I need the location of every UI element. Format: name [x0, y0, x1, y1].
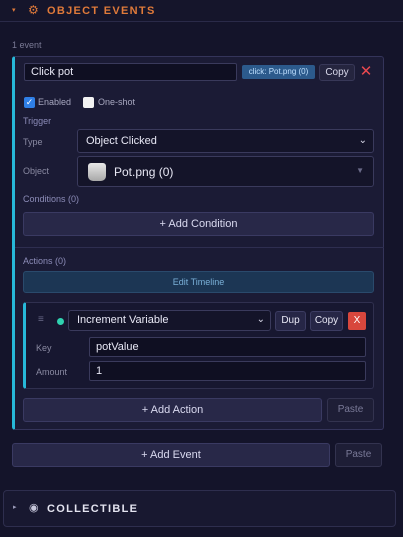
- expand-caret-icon[interactable]: ▸: [13, 503, 17, 511]
- key-label: Key: [36, 343, 52, 353]
- edit-timeline-button[interactable]: Edit Timeline: [23, 271, 374, 293]
- pot-thumbnail-icon: [88, 163, 106, 181]
- event-summary-chip: click: Pot.png (0): [242, 65, 315, 79]
- conditions-heading: Conditions (0): [23, 194, 80, 204]
- enabled-label: Enabled: [38, 97, 72, 107]
- divider: [15, 247, 384, 248]
- trigger-type-value: Object Clicked: [86, 135, 157, 147]
- trigger-heading: Trigger: [23, 116, 52, 126]
- oneshot-label: One-shot: [98, 97, 136, 107]
- action-type-value: Increment Variable: [77, 314, 169, 326]
- object-events-header[interactable]: ▾ ⚙ OBJECT EVENTS: [0, 0, 403, 22]
- copy-action-button[interactable]: Copy: [310, 311, 343, 331]
- duplicate-action-button[interactable]: Dup: [275, 311, 306, 331]
- delete-event-icon[interactable]: ✕: [357, 64, 375, 81]
- copy-event-button[interactable]: Copy: [319, 64, 355, 81]
- enabled-checkbox[interactable]: ✓: [24, 97, 35, 108]
- drag-handle-icon[interactable]: ≡: [38, 314, 44, 325]
- oneshot-checkbox[interactable]: [83, 97, 94, 108]
- chevron-down-icon: ⌄: [358, 135, 367, 146]
- event-name-input[interactable]: Click pot: [24, 63, 237, 81]
- collapse-caret-icon[interactable]: ▾: [12, 6, 16, 14]
- collectible-title: COLLECTIBLE: [47, 503, 139, 515]
- dropdown-triangle-icon: ▼: [356, 166, 364, 175]
- amount-label: Amount: [36, 367, 68, 377]
- type-label: Type: [23, 137, 43, 147]
- object-select[interactable]: Pot.png (0) ▼: [77, 156, 374, 187]
- paste-action-button[interactable]: Paste: [327, 398, 374, 422]
- chevron-down-icon: ⌄: [256, 314, 265, 325]
- add-condition-button[interactable]: + Add Condition: [23, 212, 374, 236]
- actions-heading: Actions (0): [23, 256, 67, 266]
- gear-icon: ⚙: [28, 3, 39, 17]
- object-value: Pot.png (0): [114, 165, 174, 179]
- add-action-button[interactable]: + Add Action: [23, 398, 322, 422]
- action-type-select[interactable]: Increment Variable ⌄: [68, 310, 271, 331]
- collectible-section[interactable]: ▸ ◉ COLLECTIBLE: [3, 490, 396, 527]
- key-input[interactable]: potValue: [89, 337, 366, 357]
- paste-event-button[interactable]: Paste: [335, 443, 382, 467]
- trigger-type-select[interactable]: Object Clicked ⌄: [77, 129, 374, 153]
- delete-action-button[interactable]: X: [348, 312, 366, 330]
- amount-input[interactable]: 1: [89, 361, 366, 381]
- status-dot-icon: [57, 318, 64, 325]
- object-label: Object: [23, 166, 50, 176]
- add-event-button[interactable]: + Add Event: [12, 443, 330, 467]
- event-count: 1 event: [12, 40, 42, 50]
- target-icon: ◉: [29, 502, 39, 514]
- section-title: OBJECT EVENTS: [47, 5, 156, 17]
